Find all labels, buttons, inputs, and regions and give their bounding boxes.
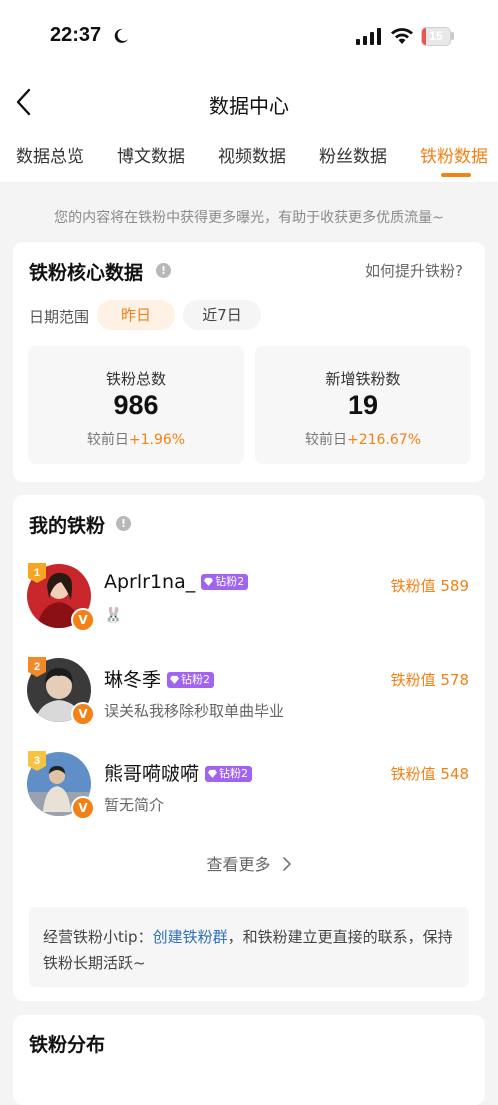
nav-bar: 数据中心	[0, 74, 498, 132]
tab-indicator	[441, 173, 471, 177]
create-fan-group-link[interactable]: 创建铁粉群	[153, 928, 228, 946]
score-label: 铁粉值	[390, 765, 436, 783]
badge-label: 钻粉2	[215, 575, 245, 588]
how-to-improve-link[interactable]: 如何提升铁粉?	[365, 260, 463, 281]
tab-posts[interactable]: 博文数据	[117, 142, 185, 167]
stat-value: 986	[113, 390, 159, 420]
compare-value: +1.96%	[128, 432, 186, 448]
fan-level-badge: 钻粉2	[205, 766, 253, 782]
tab-overview[interactable]: 数据总览	[16, 142, 84, 167]
stat-label: 铁粉总数	[105, 370, 166, 388]
stat-compare: 较前日+216.67%	[255, 429, 471, 449]
stat-label: 新增铁粉数	[325, 370, 401, 388]
core-data-card: 铁粉核心数据 ! 如何提升铁粉? 日期范围 昨日 近7日 铁粉总数 986 较前…	[13, 242, 485, 482]
tab-bar: 数据总览 博文数据 视频数据 粉丝数据 铁粉数据	[0, 132, 498, 182]
info-icon[interactable]: !	[156, 263, 171, 278]
rank-badge: 2	[28, 657, 46, 677]
diamond-icon	[204, 577, 214, 586]
wifi-icon	[391, 28, 413, 44]
rank-badge: 1	[28, 563, 46, 583]
fan-distribution-title: 铁粉分布	[29, 1034, 106, 1056]
my-fans-title: 我的铁粉	[29, 515, 106, 537]
stat-compare: 较前日+1.96%	[28, 429, 244, 449]
score-value: 589	[440, 577, 469, 595]
score-value: 548	[440, 765, 469, 783]
moon-icon	[114, 28, 128, 43]
svg-text:2: 2	[34, 661, 40, 673]
fan-distribution-card: 铁粉分布	[13, 1015, 485, 1105]
battery-level: 15	[429, 29, 443, 43]
tab-followers[interactable]: 粉丝数据	[319, 142, 387, 167]
diamond-icon	[170, 675, 180, 684]
tip-text: 经营铁粉小tip：创建铁粉群，和铁粉建立更直接的联系，保持铁粉长期活跃~	[43, 924, 461, 976]
fan-list-item[interactable]: 3 V 熊哥嗬啵嗬 钻粉2 暂无简介 铁粉值 548	[13, 751, 485, 832]
badge-label: 钻粉2	[219, 767, 249, 780]
fan-name: 熊哥嗬啵嗬	[104, 763, 200, 785]
fan-level-badge: 钻粉2	[167, 672, 215, 688]
rank-badge: 3	[28, 751, 46, 771]
verified-badge: V	[71, 702, 95, 726]
fan-bio: 暂无简介	[104, 796, 165, 814]
chevron-right-icon	[282, 857, 291, 871]
score-value: 578	[440, 671, 469, 689]
compare-label: 较前日	[86, 432, 129, 448]
my-fans-card: 我的铁粉 ! 1 V Aprlr1na_ 钻粉2 🐰 铁粉值 589 2 V 琳…	[13, 495, 485, 1001]
signal-icon	[356, 28, 381, 45]
svg-text:3: 3	[34, 755, 40, 767]
see-more-button[interactable]: 查看更多	[13, 851, 485, 875]
fan-bio: 误关私我移除秒取单曲毕业	[104, 702, 285, 720]
tab-videos[interactable]: 视频数据	[218, 142, 286, 167]
new-fans-stat: 新增铁粉数 19 较前日+216.67%	[255, 346, 471, 464]
fan-name: 琳冬季	[104, 669, 162, 691]
fan-name-line: 琳冬季 钻粉2	[104, 665, 215, 692]
info-icon[interactable]: !	[116, 516, 131, 531]
page-title: 数据中心	[209, 94, 289, 118]
exposure-hint: 您的内容将在铁粉中获得更多曝光，有助于收获更多优质流量~	[54, 210, 444, 226]
fan-bio: 🐰	[104, 606, 123, 624]
fan-list-item[interactable]: 1 V Aprlr1na_ 钻粉2 🐰 铁粉值 589	[13, 563, 485, 644]
diamond-icon	[208, 769, 218, 778]
tip-box: 经营铁粉小tip：创建铁粉群，和铁粉建立更直接的联系，保持铁粉长期活跃~	[29, 907, 469, 987]
avatar[interactable]: 1 V	[27, 563, 95, 632]
compare-value: +216.67%	[346, 432, 422, 448]
fan-score: 铁粉值 589	[391, 575, 469, 596]
fan-name-line: Aprlr1na_ 钻粉2	[104, 571, 249, 593]
svg-text:1: 1	[34, 567, 40, 579]
fan-level-badge: 钻粉2	[201, 574, 249, 590]
range-7days-button[interactable]: 近7日	[183, 300, 261, 330]
battery-icon: 15	[421, 27, 455, 46]
stat-value: 19	[347, 390, 379, 420]
total-fans-stat: 铁粉总数 986 较前日+1.96%	[28, 346, 244, 464]
fan-score: 铁粉值 578	[391, 669, 469, 690]
compare-label: 较前日	[304, 432, 347, 448]
avatar[interactable]: 2 V	[27, 657, 95, 726]
range-yesterday-button[interactable]: 昨日	[97, 300, 175, 330]
verified-badge: V	[71, 796, 95, 820]
score-label: 铁粉值	[390, 577, 436, 595]
score-label: 铁粉值	[390, 671, 436, 689]
fan-score: 铁粉值 548	[391, 763, 469, 784]
tip-prefix: 经营铁粉小tip：	[43, 928, 153, 946]
avatar[interactable]: 3 V	[27, 751, 95, 820]
tab-iron-fans[interactable]: 铁粉数据	[420, 142, 488, 167]
see-more-label: 查看更多	[206, 855, 271, 874]
core-data-title: 铁粉核心数据	[29, 262, 144, 284]
badge-label: 钻粉2	[181, 673, 211, 686]
date-range-label: 日期范围	[29, 308, 90, 326]
fan-list-item[interactable]: 2 V 琳冬季 钻粉2 误关私我移除秒取单曲毕业 铁粉值 578	[13, 657, 485, 738]
status-bar: 22:37 15	[0, 0, 498, 74]
status-time: 22:37	[50, 24, 102, 46]
verified-badge: V	[71, 608, 95, 632]
fan-name-line: 熊哥嗬啵嗬 钻粉2	[104, 759, 253, 786]
fan-name: Aprlr1na_	[104, 571, 196, 593]
